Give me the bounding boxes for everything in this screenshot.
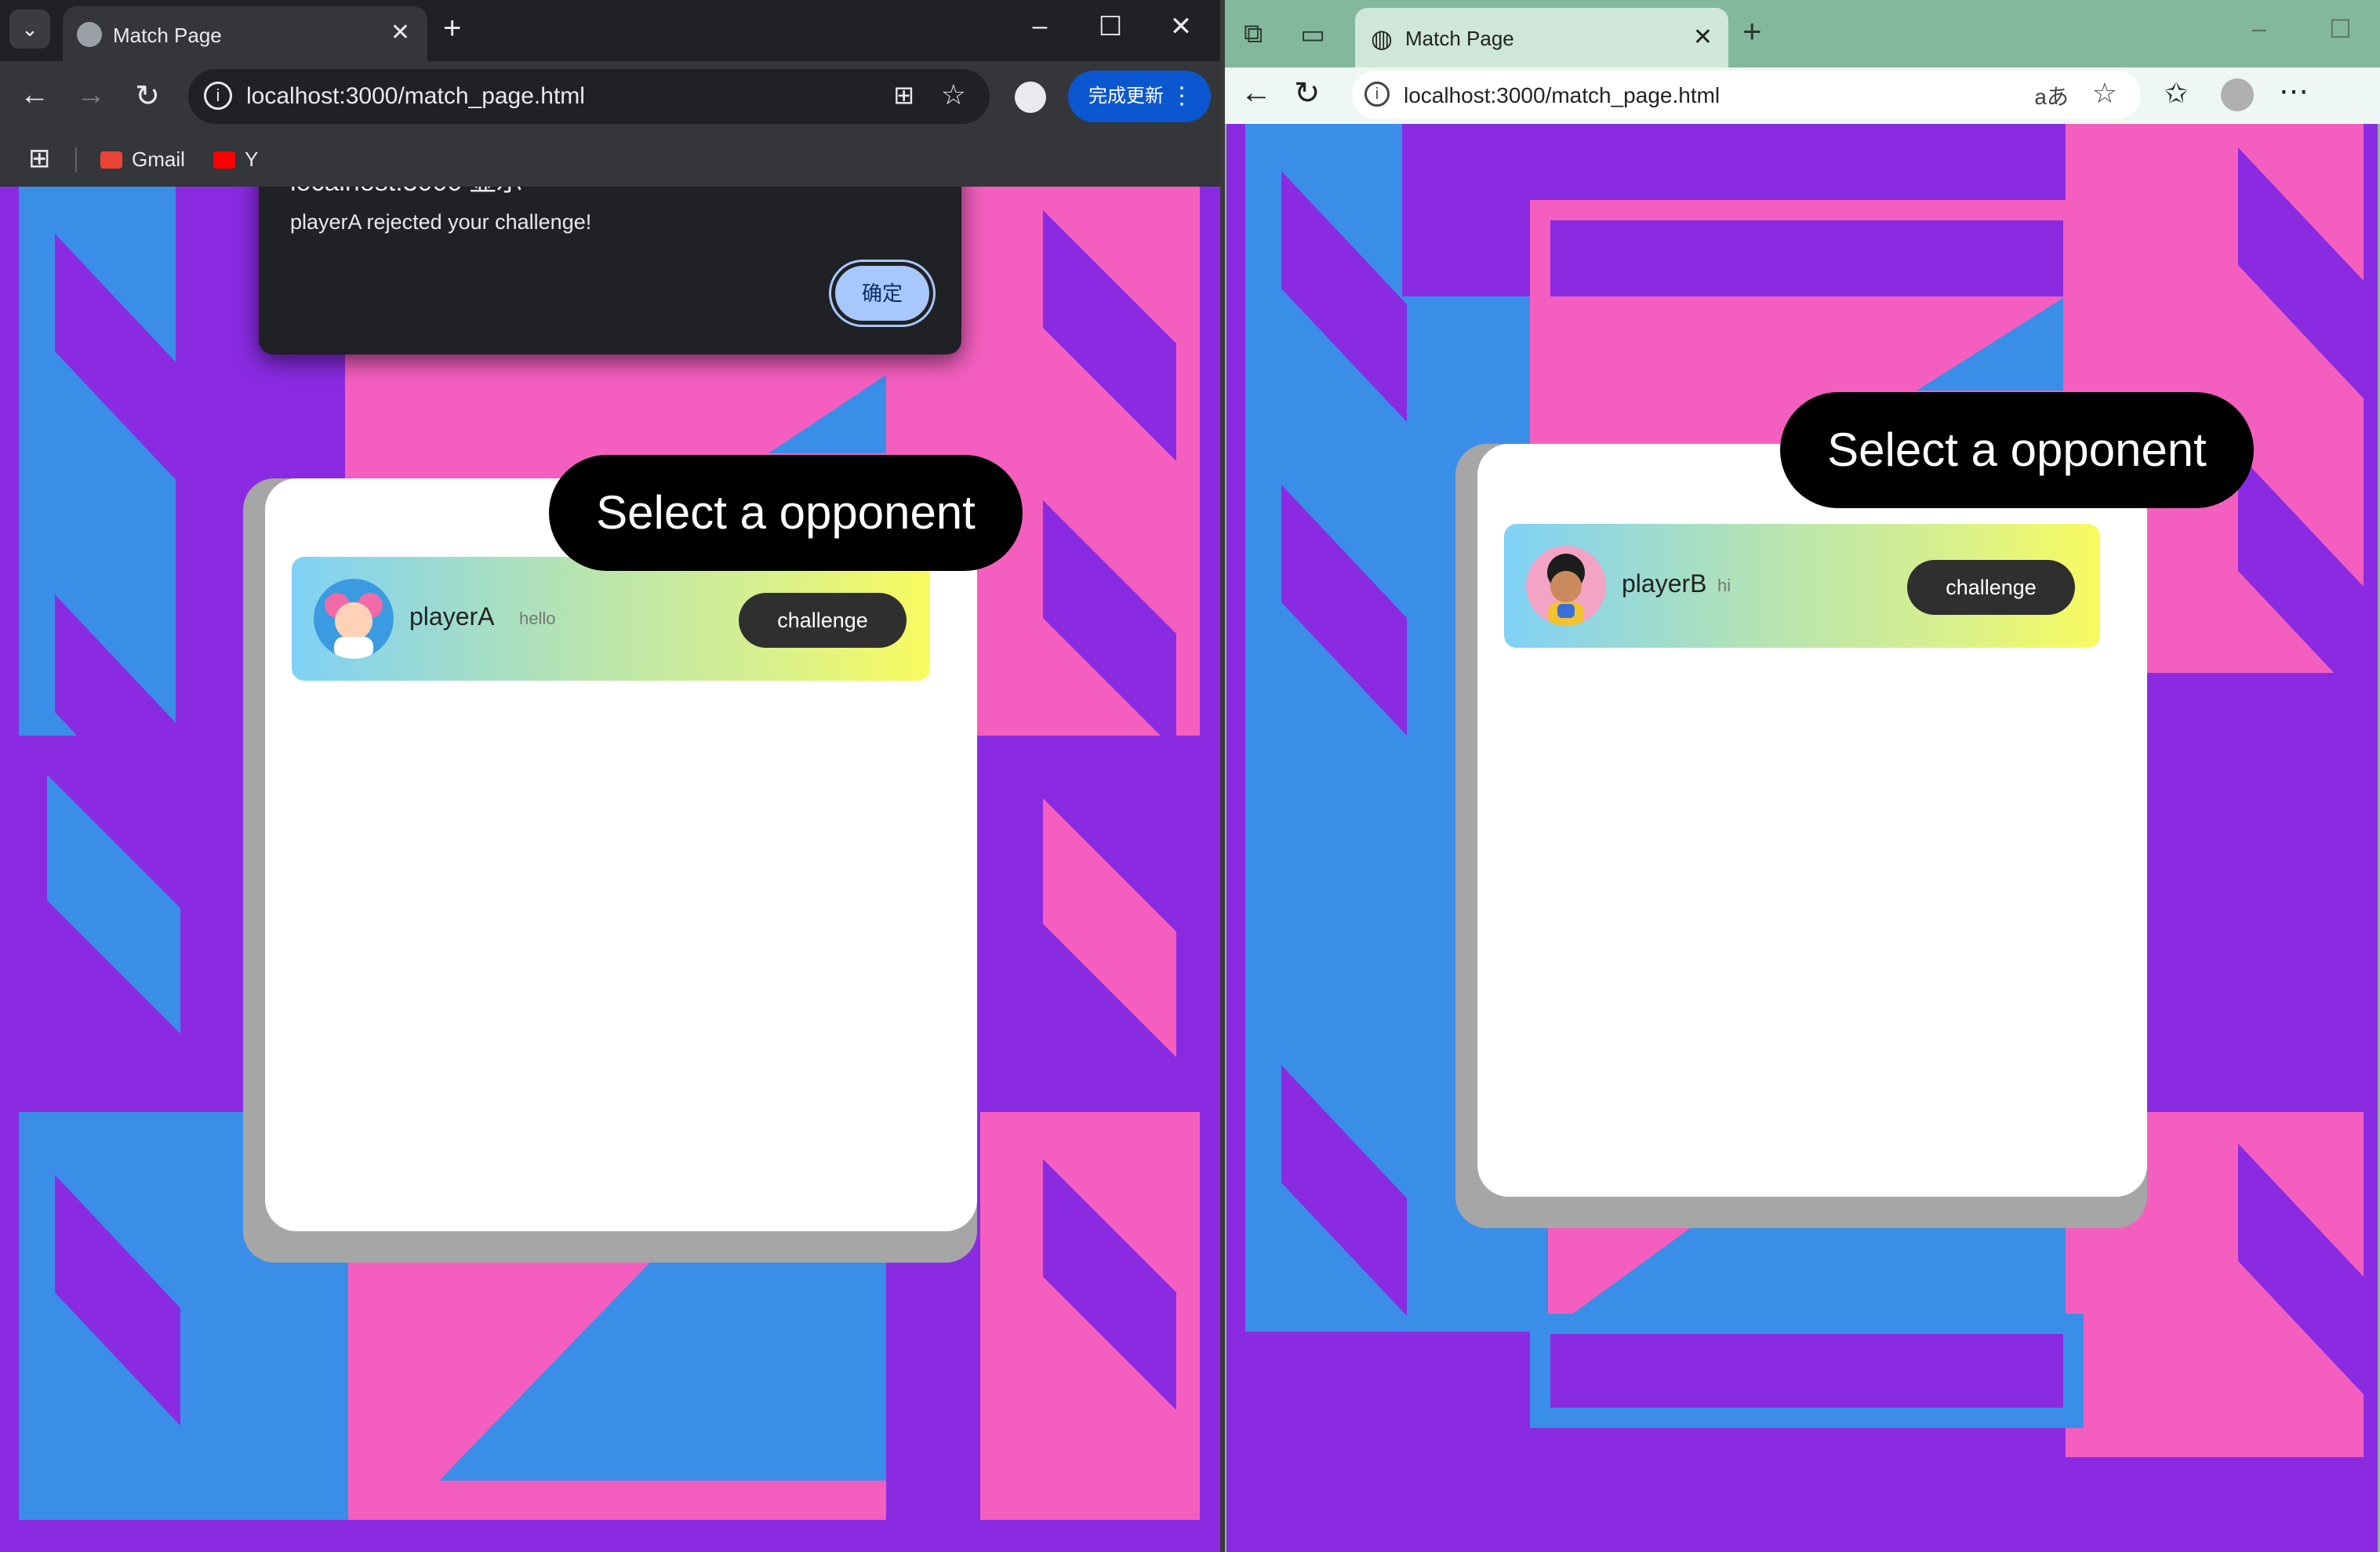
more-menu-icon[interactable]: ⋯	[2279, 74, 2309, 109]
new-tab-button[interactable]: +	[1742, 13, 1762, 50]
match-card: playerB hi challenge	[1477, 444, 2147, 1197]
back-icon[interactable]: ←	[1241, 75, 1272, 111]
page-viewport: playerA hello challenge Select a opponen…	[0, 187, 1220, 1552]
site-info-icon[interactable]: i	[1364, 82, 1390, 107]
url-text[interactable]: localhost:3000/match_page.html	[246, 83, 585, 110]
right-browser-window: ⧉ ▭ ◍ Match Page ✕ + – ☐ ← ↻ i localhost…	[1225, 0, 2380, 1552]
player-avatar-svg	[1526, 546, 1606, 626]
player-avatar	[314, 579, 394, 659]
challenge-button[interactable]: challenge	[1907, 560, 2075, 615]
back-icon[interactable]: ←	[16, 78, 53, 112]
toolbar: ← → ↻ i localhost:3000/match_page.html ⊞…	[0, 61, 1220, 132]
update-button[interactable]: 完成更新 ⋮	[1068, 71, 1211, 122]
tab-strip: ⌄ Match Page ✕ + – ☐ ✕	[0, 0, 1220, 61]
globe-icon: ◍	[1371, 24, 1393, 53]
reload-icon[interactable]: ↻	[1294, 75, 1321, 111]
minimize-icon[interactable]: –	[1016, 11, 1063, 42]
close-window-icon[interactable]: ✕	[1157, 11, 1205, 42]
reload-icon[interactable]: ↻	[129, 78, 166, 114]
url-text[interactable]: localhost:3000/match_page.html	[1404, 83, 1720, 108]
vertical-tabs-icon[interactable]: ▭	[1300, 19, 1325, 50]
address-bar[interactable]: i localhost:3000/match_page.html ⊞ ☆	[188, 69, 990, 124]
match-card: playerA hello challenge	[265, 478, 977, 1231]
bookmarks-bar: ⊞ Gmail Y	[0, 132, 1220, 187]
tab-title: Match Page	[1405, 27, 1514, 50]
tab-search-button[interactable]: ⌄	[9, 9, 50, 49]
page-title: Select a opponent	[1780, 392, 2254, 508]
alert-ok-button[interactable]: 确定	[829, 260, 936, 327]
address-bar[interactable]: i localhost:3000/match_page.html aあ ☆	[1352, 71, 2141, 119]
tab-match-page[interactable]: Match Page ✕	[63, 6, 427, 61]
forward-icon[interactable]: →	[72, 78, 110, 112]
player-name: playerB	[1622, 569, 1707, 598]
bookmarks-separator	[75, 147, 77, 173]
bookmark-label: Gmail	[132, 147, 185, 171]
minimize-icon[interactable]: –	[2252, 14, 2266, 43]
bookmark-youtube[interactable]: Y	[213, 147, 258, 172]
apps-grid-icon[interactable]: ⊞	[28, 143, 51, 174]
update-label: 完成更新	[1088, 85, 1164, 107]
translate-icon[interactable]: ⊞	[893, 80, 914, 110]
maximize-icon[interactable]: ☐	[1087, 11, 1134, 42]
page-viewport: playerB hi challenge Select a opponent	[1226, 124, 2378, 1552]
more-menu-icon: ⋮	[1170, 83, 1194, 109]
youtube-icon	[213, 151, 235, 169]
alert-header: localhost:3000 显示	[290, 187, 523, 198]
new-tab-button[interactable]: +	[443, 11, 461, 46]
player-status: hello	[519, 609, 556, 628]
alert-message: playerA rejected your challenge!	[290, 210, 592, 234]
player-name: playerA	[409, 602, 495, 631]
workspaces-icon[interactable]: ⧉	[1244, 19, 1263, 49]
tab-strip: ⧉ ▭ ◍ Match Page ✕ + – ☐	[1225, 0, 2380, 67]
gmail-icon	[100, 151, 122, 169]
globe-icon	[77, 22, 102, 47]
site-info-icon[interactable]: i	[204, 82, 232, 110]
tab-title: Match Page	[113, 24, 222, 47]
left-browser-window: ⌄ Match Page ✕ + – ☐ ✕ ← → ↻ i localhost…	[0, 0, 1220, 1552]
bookmark-label: Y	[245, 147, 259, 171]
page-title: Select a opponent	[549, 455, 1023, 571]
bookmark-star-icon[interactable]: ☆	[941, 78, 966, 111]
player-row: playerB hi challenge	[1504, 524, 2100, 648]
player-avatar-svg	[314, 579, 394, 659]
maximize-icon[interactable]: ☐	[2329, 14, 2352, 44]
close-tab-icon[interactable]: ✕	[391, 19, 410, 46]
challenge-button[interactable]: challenge	[739, 593, 907, 648]
player-status: hi	[1717, 576, 1731, 595]
alert-dialog: localhost:3000 显示 playerA rejected your …	[259, 187, 961, 354]
player-avatar	[1526, 546, 1606, 626]
player-row: playerA hello challenge	[292, 557, 930, 681]
tab-match-page[interactable]: ◍ Match Page ✕	[1355, 8, 1728, 67]
profile-avatar[interactable]	[1015, 82, 1046, 113]
bookmark-gmail[interactable]: Gmail	[100, 147, 185, 172]
toolbar: ← ↻ i localhost:3000/match_page.html aあ …	[1225, 67, 2380, 124]
close-tab-icon[interactable]: ✕	[1693, 24, 1713, 51]
profile-avatar[interactable]	[2221, 78, 2254, 111]
favorite-star-icon[interactable]: ☆	[2092, 77, 2117, 110]
favorites-icon[interactable]: ✩	[2164, 77, 2188, 110]
read-aloud-icon[interactable]: aあ	[2034, 80, 2069, 111]
